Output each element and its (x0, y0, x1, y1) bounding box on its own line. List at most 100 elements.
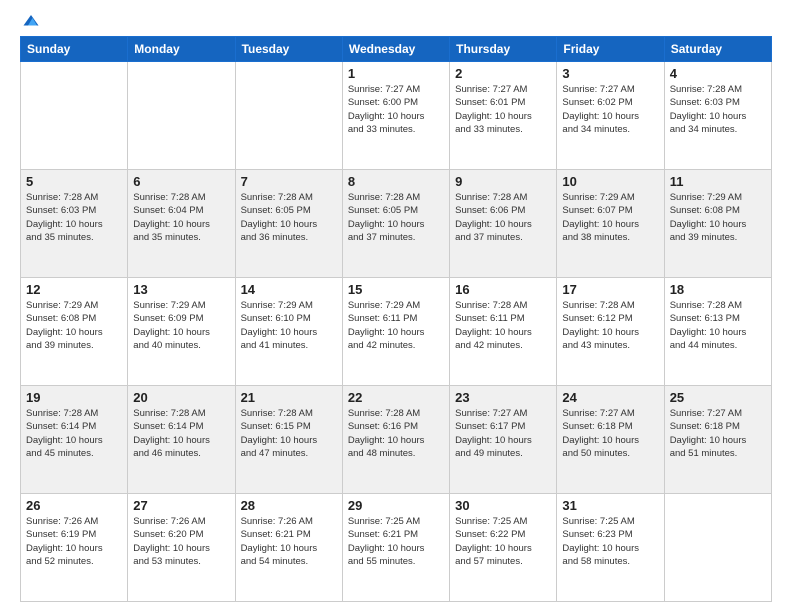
day-cell: 30 Sunrise: 7:25 AM Sunset: 6:22 PM Dayli… (450, 494, 557, 602)
day-number: 3 (562, 66, 658, 81)
day-info: Sunrise: 7:27 AM Sunset: 6:18 PM Dayligh… (562, 407, 658, 460)
day-info: Sunrise: 7:29 AM Sunset: 6:09 PM Dayligh… (133, 299, 229, 352)
day-number: 2 (455, 66, 551, 81)
day-number: 6 (133, 174, 229, 189)
day-cell (235, 62, 342, 170)
day-cell (21, 62, 128, 170)
day-info: Sunrise: 7:28 AM Sunset: 6:14 PM Dayligh… (133, 407, 229, 460)
day-cell: 2Sunrise: 7:27 AM Sunset: 6:01 PM Daylig… (450, 62, 557, 170)
day-number: 27 (133, 498, 229, 513)
day-cell: 23 Sunrise: 7:27 AM Sunset: 6:17 PM Dayli… (450, 386, 557, 494)
day-info: Sunrise: 7:29 AM Sunset: 6:07 PM Dayligh… (562, 191, 658, 244)
weekday-sunday: Sunday (21, 37, 128, 62)
logo (20, 16, 40, 26)
day-number: 19 (26, 390, 122, 405)
day-info: Sunrise: 7:25 AM Sunset: 6:22 PM Dayligh… (455, 515, 551, 568)
day-number: 23 (455, 390, 551, 405)
day-number: 25 (670, 390, 766, 405)
day-cell: 26 Sunrise: 7:26 AM Sunset: 6:19 PM Dayli… (21, 494, 128, 602)
day-cell: 29 Sunrise: 7:25 AM Sunset: 6:21 PM Dayli… (342, 494, 449, 602)
day-cell: 24 Sunrise: 7:27 AM Sunset: 6:18 PM Dayli… (557, 386, 664, 494)
day-cell: 22Sunrise: 7:28 AM Sunset: 6:16 PM Dayli… (342, 386, 449, 494)
day-number: 26 (26, 498, 122, 513)
weekday-thursday: Thursday (450, 37, 557, 62)
day-cell: 3 Sunrise: 7:27 AM Sunset: 6:02 PM Daylig… (557, 62, 664, 170)
day-number: 11 (670, 174, 766, 189)
weekday-tuesday: Tuesday (235, 37, 342, 62)
weekday-header-row: SundayMondayTuesdayWednesdayThursdayFrid… (21, 37, 772, 62)
day-cell: 12Sunrise: 7:29 AM Sunset: 6:08 PM Dayli… (21, 278, 128, 386)
day-cell: 5Sunrise: 7:28 AM Sunset: 6:03 PM Daylig… (21, 170, 128, 278)
day-number: 9 (455, 174, 551, 189)
week-row-2: 5Sunrise: 7:28 AM Sunset: 6:03 PM Daylig… (21, 170, 772, 278)
day-info: Sunrise: 7:29 AM Sunset: 6:08 PM Dayligh… (26, 299, 122, 352)
day-cell: 1 Sunrise: 7:27 AM Sunset: 6:00 PM Daylig… (342, 62, 449, 170)
day-cell: 9 Sunrise: 7:28 AM Sunset: 6:06 PM Daylig… (450, 170, 557, 278)
day-number: 4 (670, 66, 766, 81)
day-info: Sunrise: 7:28 AM Sunset: 6:03 PM Dayligh… (670, 83, 766, 136)
day-number: 24 (562, 390, 658, 405)
day-number: 17 (562, 282, 658, 297)
day-cell: 21Sunrise: 7:28 AM Sunset: 6:15 PM Dayli… (235, 386, 342, 494)
day-number: 20 (133, 390, 229, 405)
day-cell: 16Sunrise: 7:28 AM Sunset: 6:11 PM Dayli… (450, 278, 557, 386)
day-info: Sunrise: 7:26 AM Sunset: 6:20 PM Dayligh… (133, 515, 229, 568)
weekday-monday: Monday (128, 37, 235, 62)
day-cell: 19 Sunrise: 7:28 AM Sunset: 6:14 PM Dayli… (21, 386, 128, 494)
day-cell: 20 Sunrise: 7:28 AM Sunset: 6:14 PM Dayli… (128, 386, 235, 494)
day-info: Sunrise: 7:27 AM Sunset: 6:18 PM Dayligh… (670, 407, 766, 460)
weekday-saturday: Saturday (664, 37, 771, 62)
header (20, 16, 772, 26)
day-info: Sunrise: 7:26 AM Sunset: 6:21 PM Dayligh… (241, 515, 337, 568)
day-info: Sunrise: 7:27 AM Sunset: 6:02 PM Dayligh… (562, 83, 658, 136)
day-number: 8 (348, 174, 444, 189)
logo-icon (22, 12, 40, 30)
day-number: 5 (26, 174, 122, 189)
day-cell: 14 Sunrise: 7:29 AM Sunset: 6:10 PM Dayli… (235, 278, 342, 386)
day-cell: 8 Sunrise: 7:28 AM Sunset: 6:05 PM Daylig… (342, 170, 449, 278)
day-info: Sunrise: 7:29 AM Sunset: 6:10 PM Dayligh… (241, 299, 337, 352)
day-info: Sunrise: 7:28 AM Sunset: 6:14 PM Dayligh… (26, 407, 122, 460)
day-info: Sunrise: 7:29 AM Sunset: 6:08 PM Dayligh… (670, 191, 766, 244)
day-cell: 17 Sunrise: 7:28 AM Sunset: 6:12 PM Dayli… (557, 278, 664, 386)
day-number: 28 (241, 498, 337, 513)
day-info: Sunrise: 7:27 AM Sunset: 6:00 PM Dayligh… (348, 83, 444, 136)
day-cell: 28 Sunrise: 7:26 AM Sunset: 6:21 PM Dayli… (235, 494, 342, 602)
day-cell: 15 Sunrise: 7:29 AM Sunset: 6:11 PM Dayli… (342, 278, 449, 386)
day-number: 7 (241, 174, 337, 189)
day-info: Sunrise: 7:28 AM Sunset: 6:12 PM Dayligh… (562, 299, 658, 352)
day-number: 14 (241, 282, 337, 297)
weekday-friday: Friday (557, 37, 664, 62)
day-info: Sunrise: 7:28 AM Sunset: 6:13 PM Dayligh… (670, 299, 766, 352)
week-row-4: 19 Sunrise: 7:28 AM Sunset: 6:14 PM Dayli… (21, 386, 772, 494)
day-number: 22 (348, 390, 444, 405)
day-info: Sunrise: 7:26 AM Sunset: 6:19 PM Dayligh… (26, 515, 122, 568)
day-info: Sunrise: 7:28 AM Sunset: 6:06 PM Dayligh… (455, 191, 551, 244)
day-cell: 7Sunrise: 7:28 AM Sunset: 6:05 PM Daylig… (235, 170, 342, 278)
day-info: Sunrise: 7:28 AM Sunset: 6:05 PM Dayligh… (348, 191, 444, 244)
day-info: Sunrise: 7:27 AM Sunset: 6:17 PM Dayligh… (455, 407, 551, 460)
day-info: Sunrise: 7:28 AM Sunset: 6:15 PM Dayligh… (241, 407, 337, 460)
day-number: 13 (133, 282, 229, 297)
page: SundayMondayTuesdayWednesdayThursdayFrid… (0, 0, 792, 612)
day-number: 15 (348, 282, 444, 297)
week-row-5: 26 Sunrise: 7:26 AM Sunset: 6:19 PM Dayli… (21, 494, 772, 602)
day-cell: 4 Sunrise: 7:28 AM Sunset: 6:03 PM Daylig… (664, 62, 771, 170)
day-info: Sunrise: 7:28 AM Sunset: 6:04 PM Dayligh… (133, 191, 229, 244)
day-number: 29 (348, 498, 444, 513)
day-cell (128, 62, 235, 170)
day-number: 1 (348, 66, 444, 81)
day-cell: 13 Sunrise: 7:29 AM Sunset: 6:09 PM Dayli… (128, 278, 235, 386)
weekday-wednesday: Wednesday (342, 37, 449, 62)
day-cell (664, 494, 771, 602)
day-info: Sunrise: 7:29 AM Sunset: 6:11 PM Dayligh… (348, 299, 444, 352)
day-info: Sunrise: 7:25 AM Sunset: 6:21 PM Dayligh… (348, 515, 444, 568)
day-number: 16 (455, 282, 551, 297)
day-cell: 10Sunrise: 7:29 AM Sunset: 6:07 PM Dayli… (557, 170, 664, 278)
day-info: Sunrise: 7:25 AM Sunset: 6:23 PM Dayligh… (562, 515, 658, 568)
calendar-table: SundayMondayTuesdayWednesdayThursdayFrid… (20, 36, 772, 602)
day-cell: 27 Sunrise: 7:26 AM Sunset: 6:20 PM Dayli… (128, 494, 235, 602)
day-cell: 18 Sunrise: 7:28 AM Sunset: 6:13 PM Dayli… (664, 278, 771, 386)
day-number: 30 (455, 498, 551, 513)
day-number: 18 (670, 282, 766, 297)
